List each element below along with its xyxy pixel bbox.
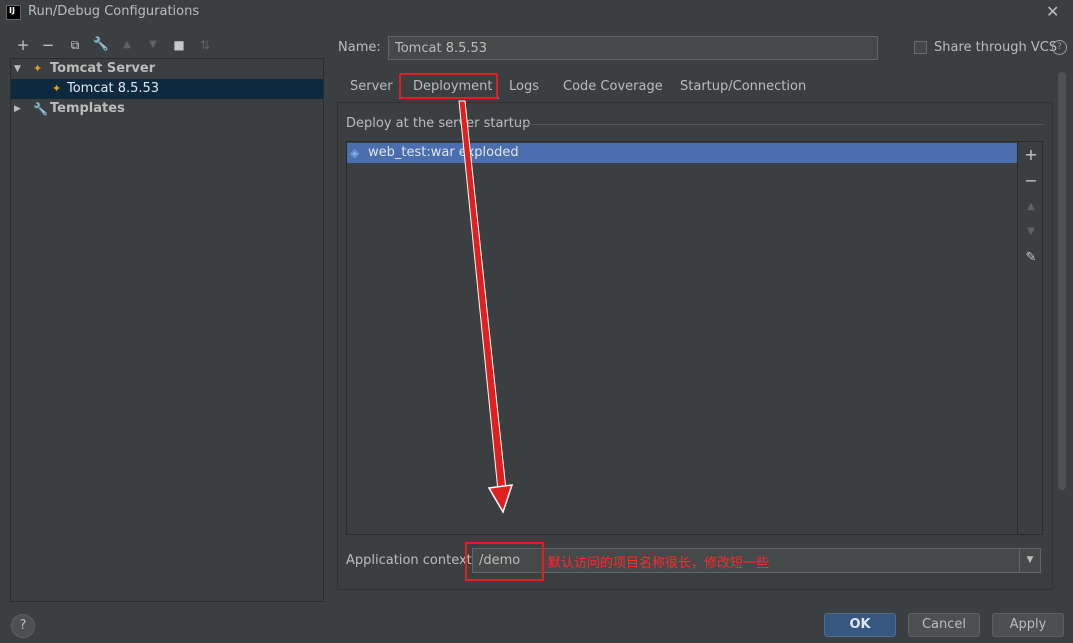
folder-icon[interactable]: ■ [170, 36, 188, 54]
tree-item-templates[interactable]: ▶ 🔧 Templates [11, 99, 323, 119]
help-button[interactable]: ? [11, 614, 35, 638]
apply-button[interactable]: Apply [992, 613, 1064, 637]
tree-label: Tomcat 8.5.53 [67, 81, 160, 96]
annotation-box-context [465, 542, 544, 581]
wrench-icon[interactable]: 🔧 [92, 36, 110, 54]
ok-button[interactable]: OK [824, 613, 896, 637]
edit-pencil-icon[interactable]: ✎ [1022, 249, 1040, 267]
tomcat-icon: ✦ [33, 62, 43, 75]
remove-icon[interactable]: − [1022, 172, 1040, 190]
move-up-icon[interactable]: ▲ [118, 36, 136, 54]
add-icon[interactable]: + [1022, 146, 1040, 164]
expand-arrow-icon[interactable]: ▼ [14, 59, 21, 79]
add-icon[interactable]: + [14, 36, 32, 54]
chevron-down-icon[interactable]: ▼ [1019, 549, 1040, 572]
move-down-icon[interactable]: ▼ [1022, 223, 1040, 241]
context-label: Application context: [346, 553, 477, 568]
name-input[interactable] [388, 36, 878, 60]
deploy-list[interactable] [346, 141, 1018, 535]
sort-icon[interactable]: ⇅ [196, 36, 214, 54]
annotation-text: 默认访问的项目名称很长，修改短一些 [548, 556, 770, 571]
configuration-tree: ▼ ✦ Tomcat Server ✦ Tomcat 8.5.53 ▶ 🔧 Te… [10, 58, 324, 602]
list-item[interactable]: ◈ web_test:war exploded [347, 143, 1017, 163]
name-label: Name: [338, 40, 381, 55]
separator [516, 124, 1044, 125]
tree-item-tomcat-server[interactable]: ▼ ✦ Tomcat Server [11, 59, 323, 79]
cancel-button[interactable]: Cancel [908, 613, 980, 637]
annotation-box-deployment [399, 73, 498, 99]
tab-code-coverage[interactable]: Code Coverage [563, 78, 663, 96]
scrollbar[interactable] [1058, 72, 1066, 490]
move-up-icon[interactable]: ▲ [1022, 198, 1040, 216]
share-checkbox[interactable] [914, 41, 927, 54]
move-down-icon[interactable]: ▼ [144, 36, 162, 54]
wrench-icon: 🔧 [33, 102, 48, 116]
tree-label: Tomcat Server [50, 61, 156, 76]
tab-server[interactable]: Server [350, 78, 393, 96]
collapse-arrow-icon[interactable]: ▶ [14, 99, 21, 119]
tomcat-icon: ✦ [52, 82, 62, 95]
remove-icon[interactable]: − [39, 36, 57, 54]
artifact-icon: ◈ [350, 146, 360, 160]
tree-label: Templates [50, 101, 125, 116]
window-title: Run/Debug Configurations [28, 4, 200, 19]
share-label: Share through VCS [934, 40, 1058, 55]
artifact-label: web_test:war exploded [368, 145, 519, 160]
tree-item-tomcat-config[interactable]: ✦ Tomcat 8.5.53 [11, 79, 323, 99]
close-icon[interactable]: ✕ [1046, 2, 1059, 21]
tab-logs[interactable]: Logs [509, 78, 539, 96]
copy-icon[interactable]: ⧉ [66, 36, 84, 54]
deploy-heading: Deploy at the server startup [346, 116, 531, 131]
tab-startup-connection[interactable]: Startup/Connection [680, 78, 806, 96]
intellij-logo-icon: IJ [6, 5, 21, 20]
help-icon[interactable]: ? [1052, 40, 1067, 55]
